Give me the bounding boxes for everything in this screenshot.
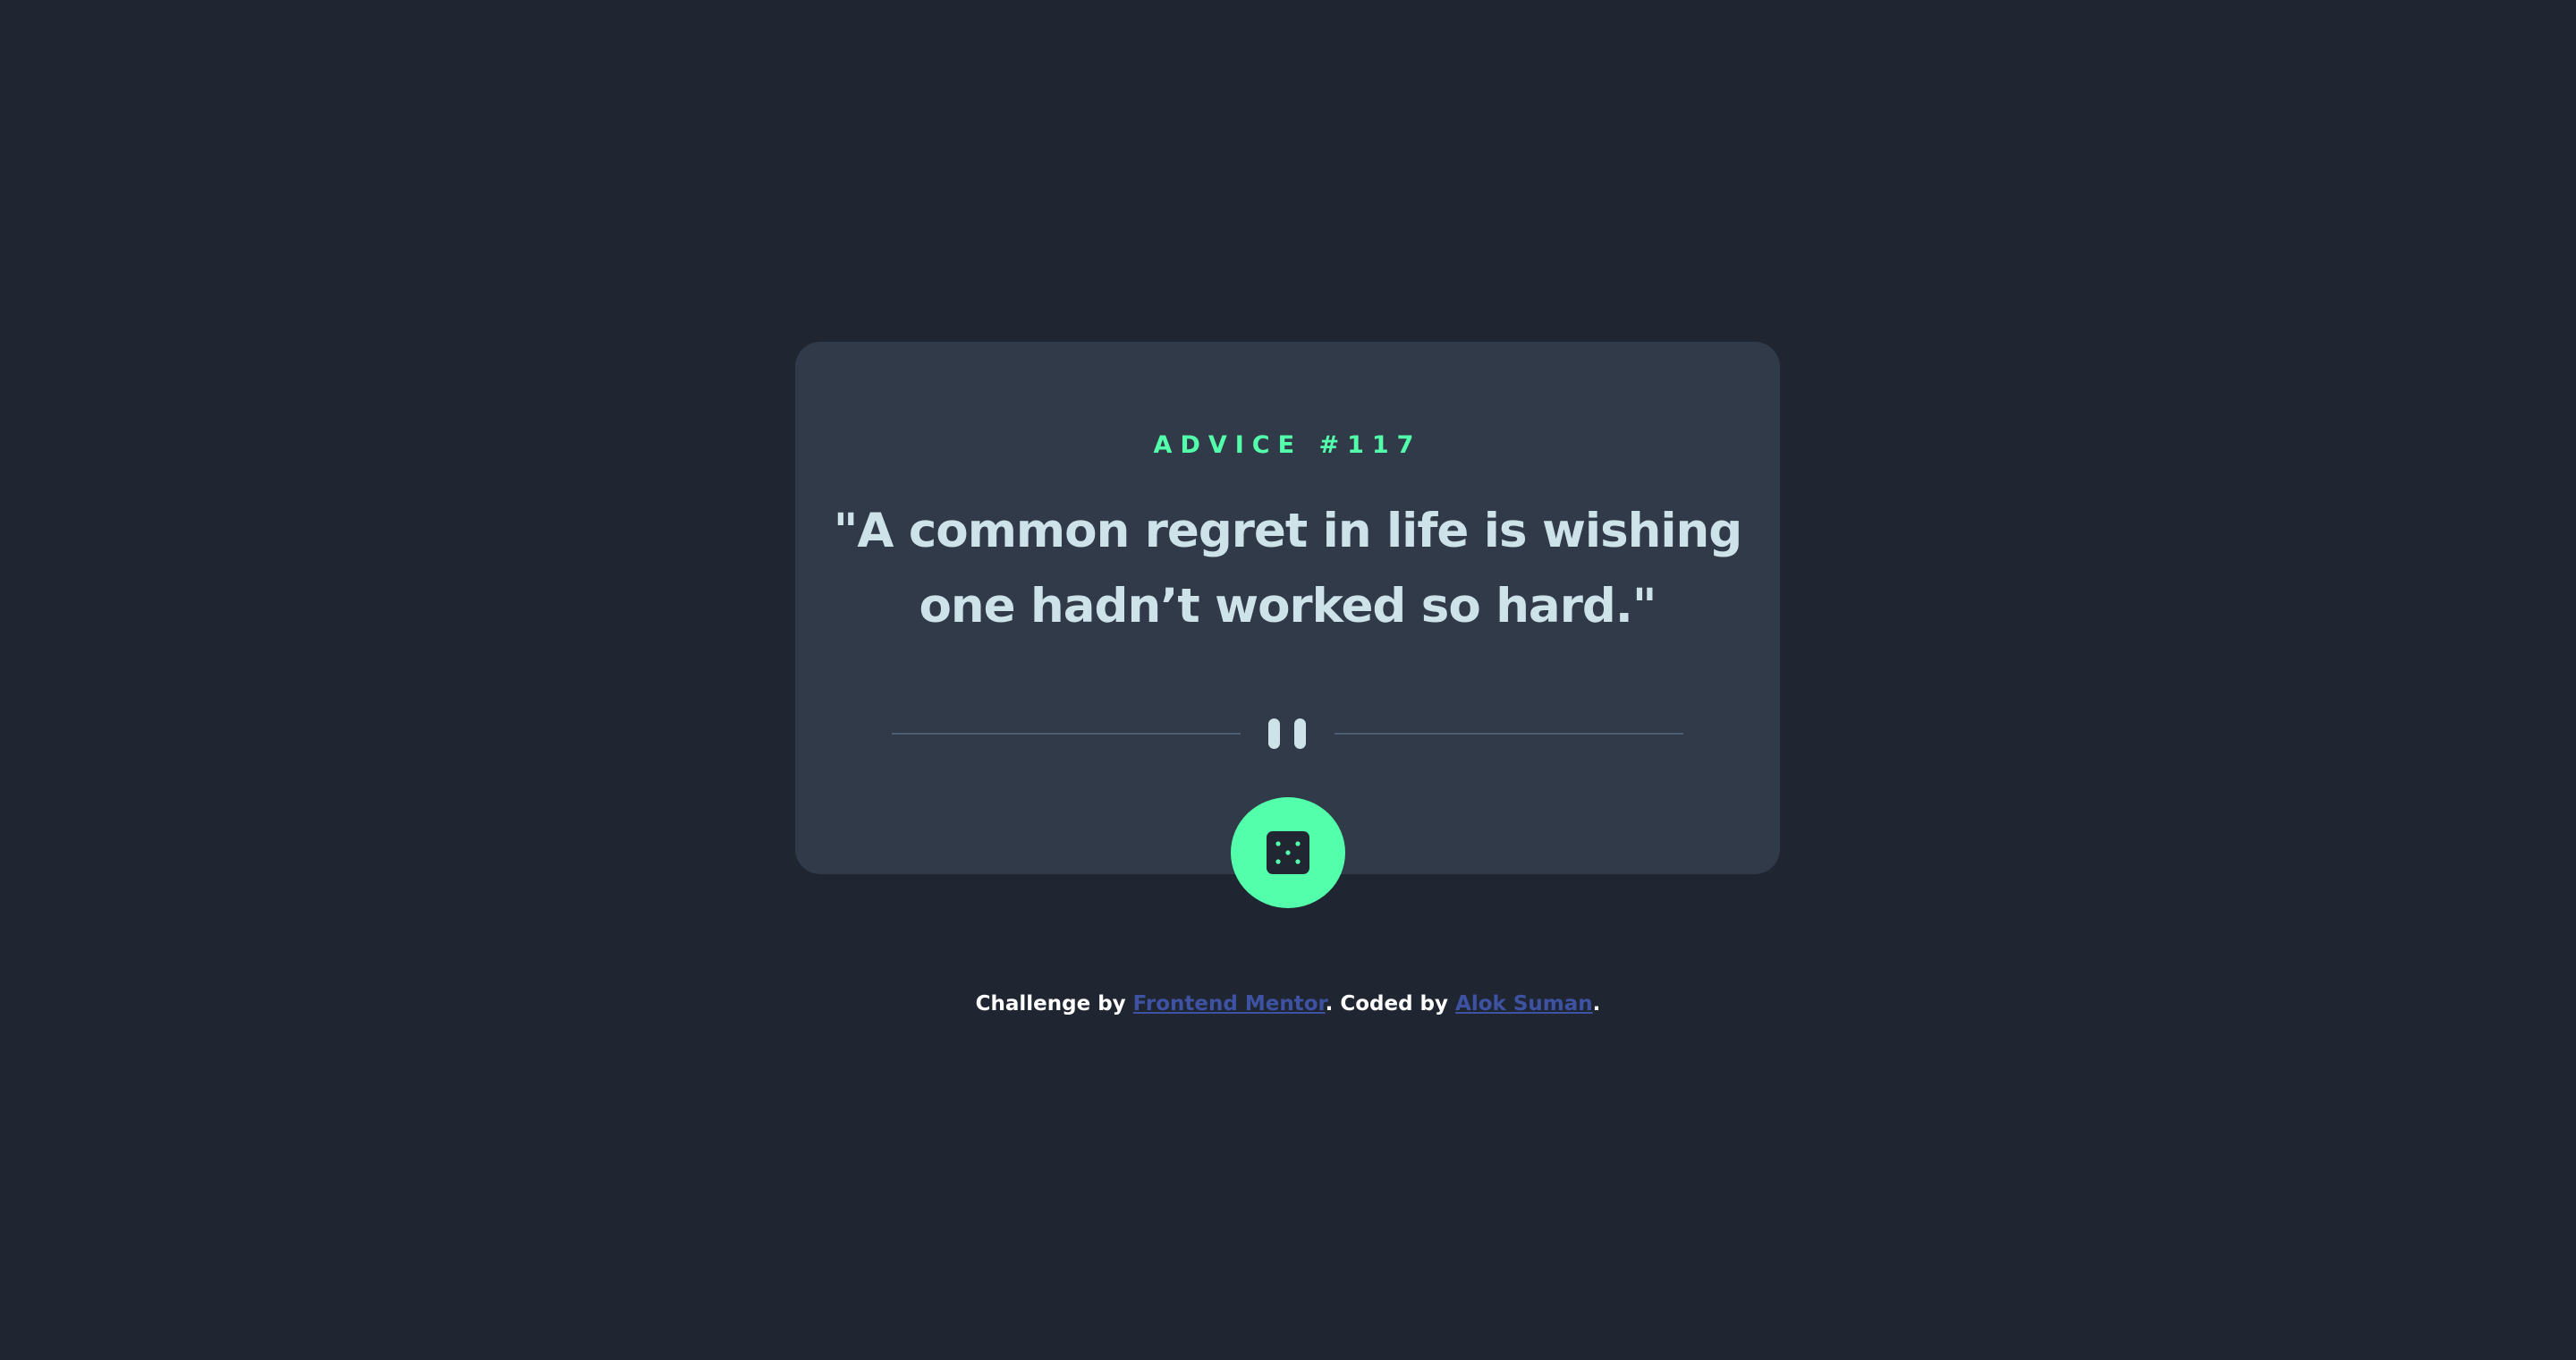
generate-advice-button[interactable]	[1231, 797, 1345, 908]
divider-line-left	[892, 733, 1241, 735]
attribution-prefix: Challenge by	[975, 992, 1133, 1016]
divider-line-right	[1335, 733, 1683, 735]
attribution-footer: Challenge by Frontend Mentor. Coded by A…	[0, 990, 2576, 1017]
dice-icon	[1267, 831, 1309, 874]
pause-icon	[1266, 718, 1309, 749]
attribution-middle: . Coded by	[1325, 992, 1456, 1016]
advice-card: ADVICE #117 "A common regret in life is …	[795, 342, 1780, 874]
pause-bar-left	[1268, 718, 1280, 749]
pause-bar-right	[1294, 718, 1306, 749]
advice-id-label: ADVICE #117	[1153, 431, 1422, 459]
advice-quote: "A common regret in life is wishing one …	[833, 504, 1742, 633]
author-link[interactable]: Alok Suman	[1455, 992, 1593, 1016]
attribution-suffix: .	[1592, 992, 1601, 1016]
frontend-mentor-link[interactable]: Frontend Mentor	[1133, 992, 1326, 1016]
divider	[892, 718, 1683, 750]
